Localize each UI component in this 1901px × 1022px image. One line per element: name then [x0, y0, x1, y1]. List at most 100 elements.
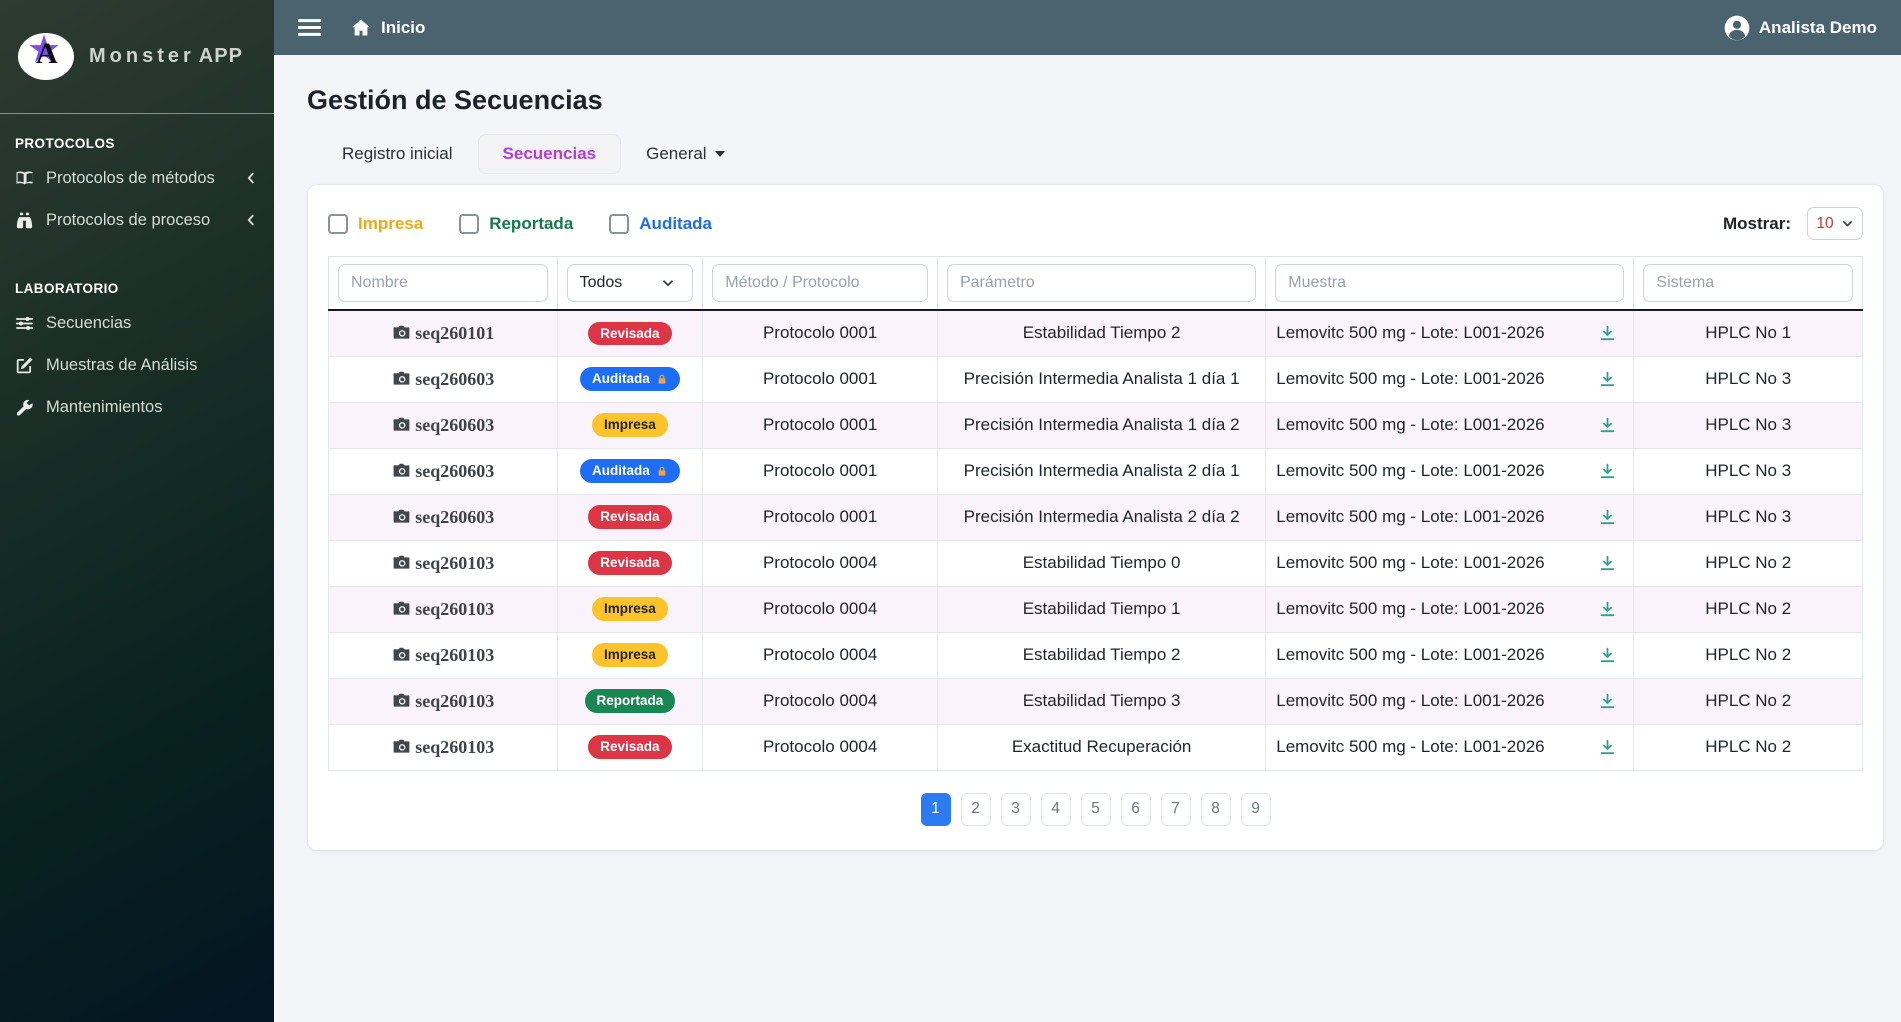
parameter-cell: Precisión Intermedia Analista 1 día 2: [936, 401, 1267, 449]
breadcrumb[interactable]: Inicio: [351, 18, 425, 38]
parameter-cell: Precisión Intermedia Analista 2 día 2: [936, 493, 1267, 541]
checkbox-label: Auditada: [639, 213, 713, 233]
protocol-cell: Protocolo 0001: [702, 401, 938, 449]
filter-metodo-input[interactable]: [712, 264, 928, 302]
page-button-3[interactable]: 3: [1000, 792, 1031, 826]
download-icon[interactable]: [1592, 508, 1623, 527]
system-cell: HPLC No 3: [1633, 447, 1863, 495]
download-icon[interactable]: [1592, 554, 1623, 573]
status-badge: Revisada: [588, 551, 672, 575]
sample-name: Lemovitc 500 mg - Lote: L001-2026: [1276, 599, 1545, 618]
protocol-cell: Protocolo 0004: [702, 539, 938, 587]
menu-toggle-button[interactable]: [298, 18, 321, 37]
camera-icon: [391, 738, 412, 756]
sidebar-item-protocolos-de-metodos[interactable]: Protocolos de métodos: [0, 157, 274, 199]
camera-icon: [391, 370, 412, 388]
user-name: Analista Demo: [1758, 17, 1877, 37]
sidebar-item-muestras-de-analisis[interactable]: Muestras de Análisis: [0, 344, 274, 386]
parameter-cell: Estabilidad Tiempo 0: [936, 539, 1267, 587]
checkbox-box[interactable]: [609, 213, 630, 234]
user-avatar-icon: [1724, 15, 1750, 41]
protocol-cell: Protocolo 0004: [702, 631, 938, 679]
page-button-5[interactable]: 5: [1080, 792, 1111, 826]
download-icon[interactable]: [1592, 692, 1623, 711]
sidebar-item-secuencias[interactable]: Secuencias: [0, 302, 274, 344]
angle-left-icon: [244, 171, 258, 185]
tab-registro-inicial[interactable]: Registro inicial: [317, 134, 478, 174]
status-badge: Impresa: [592, 597, 668, 621]
tab-general[interactable]: General: [621, 134, 749, 174]
sequences-card: Impresa Reportada Auditada Mostrar: 10 N…: [307, 184, 1884, 851]
camera-icon: [391, 600, 412, 618]
top-navbar: Inicio Analista Demo: [274, 0, 1901, 55]
checkbox-impresa[interactable]: Impresa: [328, 213, 424, 234]
sample-name: Lemovitc 500 mg - Lote: L001-2026: [1276, 507, 1545, 526]
binoculars-icon: [15, 211, 46, 230]
sequence-name: seq260103: [415, 644, 495, 665]
page-size-select[interactable]: 10: [1807, 207, 1863, 240]
parameter-cell: Estabilidad Tiempo 2: [936, 309, 1267, 357]
camera-icon: [391, 508, 412, 526]
sequence-name: seq260103: [415, 736, 495, 757]
sample-name: Lemovitc 500 mg - Lote: L001-2026: [1276, 737, 1545, 756]
download-icon[interactable]: [1592, 462, 1623, 481]
download-icon[interactable]: [1592, 738, 1623, 757]
show-label: Mostrar:: [1722, 213, 1791, 233]
checkbox-auditada[interactable]: Auditada: [609, 213, 713, 234]
download-icon[interactable]: [1592, 600, 1623, 619]
chevron-down-icon: [1842, 221, 1852, 227]
sample-name: Lemovitc 500 mg - Lote: L001-2026: [1276, 645, 1545, 664]
system-cell: HPLC No 3: [1633, 493, 1863, 541]
page-size-control: Mostrar: 10: [1723, 207, 1863, 240]
download-icon[interactable]: [1592, 416, 1623, 435]
sidebar-item-protocolos-de-proceso[interactable]: Protocolos de proceso: [0, 199, 274, 241]
checkbox-reportada[interactable]: Reportada: [459, 213, 573, 234]
table-row: seq260603 Auditada Protocolo 0001 Precis…: [328, 447, 1863, 495]
wrench-icon: [15, 398, 46, 417]
filter-nombre-input[interactable]: [338, 264, 548, 302]
sequence-name: seq260103: [415, 598, 495, 619]
filter-row: [328, 256, 1863, 311]
table-row: seq260103 Impresa Protocolo 0004 Estabil…: [328, 585, 1863, 633]
parameter-cell: Estabilidad Tiempo 2: [936, 631, 1267, 679]
page-button-2[interactable]: 2: [960, 792, 991, 826]
camera-icon: [391, 324, 412, 342]
table-row: seq260103 Reportada Protocolo 0004 Estab…: [328, 677, 1863, 725]
page-button-6[interactable]: 6: [1120, 792, 1151, 826]
table-row: seq260103 Revisada Protocolo 0004 Estabi…: [328, 539, 1863, 587]
sidebar-section-title: PROTOCOLOS: [15, 136, 115, 151]
brand[interactable]: ★ A Monster APP: [0, 0, 274, 114]
system-cell: HPLC No 2: [1633, 585, 1863, 633]
tab-secuencias[interactable]: Secuencias: [477, 134, 622, 174]
checkbox-label: Impresa: [358, 213, 424, 233]
tab-bar: Registro inicial Secuencias General: [317, 134, 1884, 174]
sidebar-item-mantenimientos[interactable]: Mantenimientos: [0, 386, 274, 428]
system-cell: HPLC No 2: [1633, 631, 1863, 679]
checkbox-box[interactable]: [459, 213, 480, 234]
sample-name: Lemovitc 500 mg - Lote: L001-2026: [1276, 415, 1545, 434]
sequence-name: seq260103: [415, 690, 495, 711]
download-icon[interactable]: [1592, 370, 1623, 389]
page-button-8[interactable]: 8: [1200, 792, 1231, 826]
table-row: seq260603 Auditada Protocolo 0001 Precis…: [328, 355, 1863, 403]
filter-parametro-input[interactable]: [946, 264, 1257, 302]
system-cell: HPLC No 3: [1633, 401, 1863, 449]
page-button-4[interactable]: 4: [1040, 792, 1071, 826]
user-menu[interactable]: Analista Demo: [1724, 15, 1877, 41]
status-badge: Auditada: [580, 367, 680, 391]
page-button-9[interactable]: 9: [1240, 792, 1271, 826]
download-icon[interactable]: [1592, 646, 1623, 665]
pagination: 123456789: [328, 792, 1863, 826]
system-cell: HPLC No 2: [1633, 723, 1863, 771]
protocol-cell: Protocolo 0004: [702, 585, 938, 633]
protocol-cell: Protocolo 0001: [702, 309, 938, 357]
filter-estado-select[interactable]: [566, 264, 694, 302]
filter-sistema-input[interactable]: [1643, 264, 1853, 302]
sample-name: Lemovitc 500 mg - Lote: L001-2026: [1276, 553, 1545, 572]
breadcrumb-label: Inicio: [381, 17, 426, 37]
download-icon[interactable]: [1592, 324, 1623, 343]
page-button-7[interactable]: 7: [1160, 792, 1191, 826]
filter-muestra-input[interactable]: [1275, 264, 1625, 302]
checkbox-box[interactable]: [328, 213, 348, 234]
page-button-1[interactable]: 1: [920, 792, 951, 826]
